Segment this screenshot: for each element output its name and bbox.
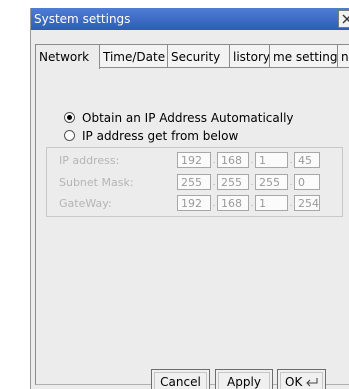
gateway-octet-4[interactable]: 254 xyxy=(294,195,320,211)
ok-button-inner: OK xyxy=(280,372,323,389)
tab-more-label: ng xyxy=(341,50,349,64)
gateway-octet-2[interactable]: 168 xyxy=(217,195,249,211)
radio-button-unchecked[interactable] xyxy=(64,130,75,141)
ip-address-label: IP address: xyxy=(59,154,120,167)
apply-button-label: Apply xyxy=(218,372,270,389)
cancel-button-label: Cancel xyxy=(154,372,207,389)
tab-time-setting-label: me setting xyxy=(273,50,338,64)
subnet-mask-label: Subnet Mask: xyxy=(59,176,134,189)
enter-icon xyxy=(306,378,318,387)
gateway-octet-3[interactable]: 1 xyxy=(255,195,288,211)
tab-network-label: Network xyxy=(39,50,90,64)
tab-strip: Network Time/Date Security listory me se… xyxy=(35,44,349,69)
radio-button-checked[interactable] xyxy=(64,112,75,123)
radio-obtain-automatically-label: Obtain an IP Address Automatically xyxy=(82,111,294,125)
gateway-octet-1[interactable]: 192 xyxy=(177,195,211,211)
tab-time-setting[interactable]: me setting xyxy=(270,44,338,68)
apply-button[interactable]: Apply xyxy=(215,369,273,389)
tab-more[interactable]: ng xyxy=(338,44,349,68)
subnet-mask-octet-4[interactable]: 0 xyxy=(294,174,320,190)
subnet-mask-octet-3[interactable]: 255 xyxy=(255,174,288,190)
tab-security-label: Security xyxy=(171,50,221,64)
tab-network[interactable]: Network xyxy=(35,44,100,69)
ip-address-octet-3[interactable]: 1 xyxy=(255,152,288,168)
tab-history-label: listory xyxy=(233,50,270,64)
ok-button-label: OK xyxy=(285,375,303,389)
tab-time-date-label: Time/Date xyxy=(103,50,166,64)
ip-address-octet-2[interactable]: 168 xyxy=(217,152,249,168)
tab-history[interactable]: listory xyxy=(230,44,270,68)
ip-address-octet-1[interactable]: 192 xyxy=(177,152,211,168)
settings-window: System settings Network Time/Date Securi… xyxy=(30,8,349,389)
tab-time-date[interactable]: Time/Date xyxy=(100,44,168,68)
network-panel: Obtain an IP Address Automatically IP ad… xyxy=(35,67,349,385)
close-icon[interactable] xyxy=(338,10,349,28)
title-bar: System settings xyxy=(31,8,349,30)
radio-manual-ip-label: IP address get from below xyxy=(82,129,239,143)
ok-button[interactable]: OK xyxy=(277,369,326,389)
tab-security[interactable]: Security xyxy=(168,44,230,68)
subnet-mask-octet-1[interactable]: 255 xyxy=(177,174,211,190)
cancel-button[interactable]: Cancel xyxy=(151,369,210,389)
ip-address-octet-4[interactable]: 45 xyxy=(294,152,320,168)
window-title: System settings xyxy=(34,12,131,26)
subnet-mask-octet-2[interactable]: 255 xyxy=(217,174,249,190)
gateway-label: GateWay: xyxy=(59,197,112,210)
